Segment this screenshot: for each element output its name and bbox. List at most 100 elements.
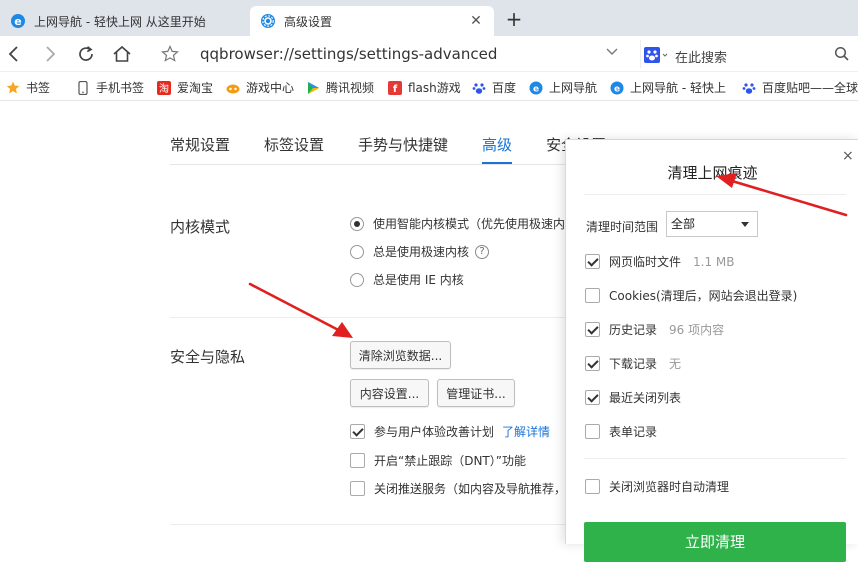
gamepad-icon [226, 84, 240, 93]
bookmark-label: 上网导航 - 轻快上 [630, 81, 726, 95]
checkbox[interactable] [585, 322, 600, 337]
svg-text:e: e [533, 84, 539, 94]
checkbox[interactable] [585, 288, 600, 303]
chevron-right-icon [46, 46, 56, 62]
bookmark-item[interactable]: f flash游戏 [388, 79, 461, 96]
new-tab-button[interactable]: + [502, 8, 526, 32]
bookmark-item[interactable]: e 上网导航 [529, 79, 597, 96]
bookmark-label: 游戏中心 [246, 81, 295, 95]
clear-item-downloads[interactable]: 下载记录 无 [585, 355, 681, 372]
bookmark-item[interactable]: e 上网导航 - 轻快上 [610, 79, 726, 96]
radio-label: 总是使用极速内核 [373, 245, 470, 259]
close-tab-icon[interactable]: ✕ [468, 13, 484, 29]
address-input[interactable]: qqbrowser://settings/settings-advanced [200, 45, 497, 63]
dialog-divider [584, 458, 846, 459]
taobao-icon: 淘 [157, 80, 171, 95]
radio-button[interactable] [350, 216, 364, 231]
phone-icon [78, 80, 88, 95]
tab-divider [170, 164, 590, 165]
bookmark-item[interactable]: 百度 [472, 79, 516, 96]
clear-item-cookies[interactable]: Cookies(清理后，网站会退出登录) [585, 287, 797, 304]
tab-navigation[interactable]: e 上网导航 - 轻快上网 从这里开始 [0, 6, 248, 36]
ux-program-checkbox[interactable]: 参与用户体验改善计划 了解详情 [350, 423, 550, 440]
auto-clear-on-exit[interactable]: 关闭浏览器时自动清理 [585, 478, 729, 495]
home-button[interactable] [110, 42, 134, 66]
dialog-divider [584, 194, 846, 195]
kernel-option-fast[interactable]: 总是使用极速内核 ? [350, 243, 490, 260]
checkbox-label: 开启“禁止跟踪（DNT）”功能 [374, 454, 526, 468]
checkbox-label: 关闭推送服务（如内容及导航推荐， [374, 482, 567, 496]
clear-item-history[interactable]: 历史记录 96 项内容 [585, 321, 724, 338]
checkbox[interactable] [350, 453, 365, 468]
forward-button[interactable] [38, 42, 62, 66]
svg-text:f: f [393, 84, 398, 95]
clear-item-cache[interactable]: 网页临时文件 1.1 MB [585, 253, 735, 270]
checkbox[interactable] [350, 481, 365, 496]
back-button[interactable] [2, 42, 26, 66]
time-range-select[interactable]: 全部 [666, 211, 758, 237]
content-settings-button[interactable]: 内容设置... [350, 379, 429, 407]
checkbox[interactable] [350, 424, 365, 439]
clear-item-forms[interactable]: 表单记录 [585, 423, 657, 440]
tab-gestures-shortcuts[interactable]: 手势与快捷键 [358, 134, 448, 155]
checkbox[interactable] [585, 254, 600, 269]
bookmark-star-button[interactable] [158, 42, 182, 66]
push-service-checkbox[interactable]: 关闭推送服务（如内容及导航推荐， [350, 480, 566, 497]
checkbox[interactable] [585, 356, 600, 371]
help-icon[interactable]: ? [475, 244, 490, 259]
bookmark-label: 上网导航 [549, 81, 598, 95]
bookmark-item[interactable]: 腾讯视频 [306, 79, 374, 96]
radio-button[interactable] [350, 244, 364, 259]
clear-browsing-data-button[interactable]: 清除浏览数据... [350, 341, 451, 369]
privacy-title: 安全与隐私 [170, 348, 246, 366]
clear-item-label: Cookies(清理后，网站会退出登录) [609, 289, 798, 303]
tab-general[interactable]: 常规设置 [170, 134, 230, 155]
baidu-paw-icon [644, 47, 668, 63]
ie-e-icon: e [11, 14, 25, 28]
checkbox[interactable] [585, 390, 600, 405]
time-range-label: 清理时间范围 [586, 220, 659, 234]
bookmark-label: flash游戏 [408, 81, 461, 95]
bookmark-label: 书签 [26, 81, 51, 95]
bookmark-item[interactable]: 淘 爱淘宝 [157, 79, 213, 96]
baidu-paw-icon [472, 82, 486, 94]
bookmark-item[interactable]: 书签 [6, 79, 50, 96]
learn-more-link[interactable]: 了解详情 [502, 423, 550, 440]
search-input[interactable]: 在此搜索 [675, 47, 727, 66]
tab-advanced[interactable]: 高级 [482, 134, 513, 164]
clear-item-label: 表单记录 [609, 425, 658, 439]
bookmark-item[interactable]: 游戏中心 [226, 79, 294, 96]
radio-button[interactable] [350, 272, 364, 287]
kernel-option-ie[interactable]: 总是使用 IE 内核 [350, 271, 464, 288]
clear-item-count: 无 [669, 357, 682, 371]
bookmark-item[interactable]: 百度贴吧——全球 [742, 79, 858, 96]
dnt-checkbox[interactable]: 开启“禁止跟踪（DNT）”功能 [350, 452, 526, 469]
bookmark-label: 百度贴吧——全球 [762, 81, 858, 95]
chevron-left-icon [8, 46, 18, 62]
clear-item-label: 最近关闭列表 [609, 391, 682, 405]
tab-advanced-settings[interactable]: 高级设置 ✕ [250, 6, 494, 36]
kernel-option-smart[interactable]: 使用智能内核模式（优先使用极速内核 [350, 215, 577, 232]
ie-e-icon: e [529, 81, 543, 94]
manage-certificates-button[interactable]: 管理证书... [437, 379, 515, 407]
svg-text:淘: 淘 [159, 82, 169, 95]
bookmark-label: 百度 [492, 81, 517, 95]
checkbox[interactable] [585, 479, 600, 494]
clear-item-recently-closed[interactable]: 最近关闭列表 [585, 389, 681, 406]
bookmark-label: 爱淘宝 [177, 81, 214, 95]
clear-item-size: 1.1 MB [693, 254, 735, 269]
search-box[interactable]: 在此搜索 [640, 40, 858, 68]
dropdown-caret-icon [741, 222, 749, 227]
chevron-down-icon [606, 48, 618, 55]
auto-clear-label: 关闭浏览器时自动清理 [609, 480, 730, 494]
tab-tab-settings[interactable]: 标签设置 [264, 134, 324, 155]
checkbox[interactable] [585, 424, 600, 439]
bookmark-item[interactable]: 手机书签 [76, 79, 144, 96]
tab-title: 上网导航 - 轻快上网 从这里开始 [34, 14, 206, 29]
video-play-icon [308, 81, 319, 94]
search-icon[interactable] [834, 46, 850, 62]
clear-now-button[interactable]: 立即清理 [584, 522, 846, 562]
url-dropdown-button[interactable] [606, 46, 618, 60]
reload-button[interactable] [74, 42, 98, 66]
close-icon[interactable]: × [842, 148, 854, 164]
